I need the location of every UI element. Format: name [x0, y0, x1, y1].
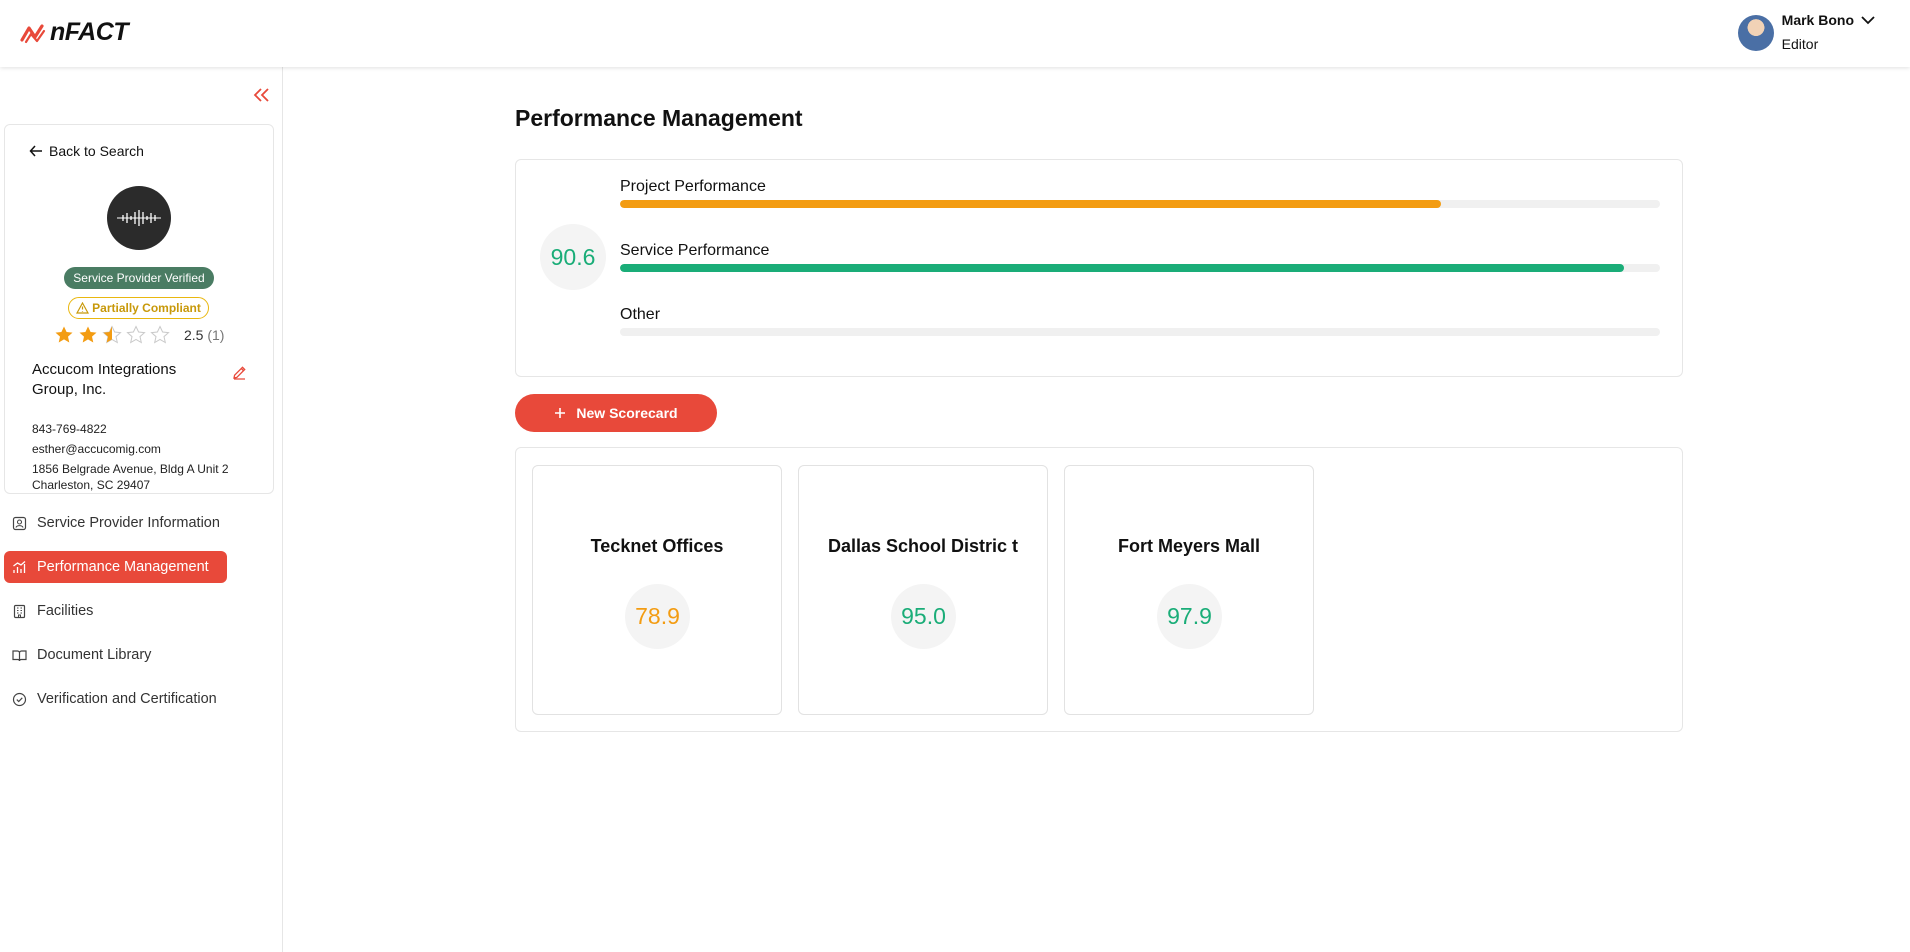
scorecards-container: Tecknet Offices 78.9 Dallas School Distr…: [515, 447, 1683, 732]
rating-value: 2.5: [184, 327, 204, 343]
warning-icon: [76, 302, 90, 314]
company-address-line1: 1856 Belgrade Avenue, Bldg A Unit 2: [32, 462, 229, 476]
star-half-icon: [102, 325, 122, 344]
new-scorecard-label: New Scorecard: [576, 405, 678, 421]
check-circle-icon: [12, 692, 27, 706]
sidebar: Back to Search Service Provider Verified…: [0, 67, 283, 952]
app-logo[interactable]: nFACT: [20, 18, 129, 47]
new-scorecard-button[interactable]: New Scorecard: [515, 394, 717, 432]
bar-track: [620, 200, 1660, 208]
avatar[interactable]: [1737, 15, 1774, 51]
scorecard-title: Dallas School Distric t: [827, 536, 1019, 556]
star-filled-icon: [55, 326, 73, 343]
building-icon: [13, 604, 26, 618]
double-chevron-left-icon: [253, 88, 269, 102]
bar-fill: [620, 264, 1624, 272]
sidebar-item-label: Performance Management: [37, 559, 209, 575]
edit-profile-button[interactable]: [232, 365, 247, 385]
sidebar-item-verification-and-certification[interactable]: Verification and Certification: [4, 683, 227, 715]
rating-summary: 2.5 (1): [184, 327, 224, 343]
scorecard-card[interactable]: Tecknet Offices 78.9: [532, 465, 782, 715]
sidebar-item-performance-management[interactable]: Performance Management: [4, 551, 227, 583]
page-title: Performance Management: [515, 105, 803, 131]
company-phone: 843-769-4822: [32, 422, 107, 436]
rating-stars: 2.5 (1): [54, 325, 224, 345]
star-filled-icon: [79, 326, 97, 343]
arrow-left-icon: [29, 145, 42, 157]
scorecard-title: Tecknet Offices: [590, 536, 724, 556]
company-name: Accucom Integrations Group, Inc.: [32, 361, 177, 398]
chart-icon: [13, 560, 26, 573]
chevron-down-icon[interactable]: [1860, 14, 1876, 26]
performance-bar-service: Service Performance: [620, 242, 1660, 272]
user-role: Editor: [1781, 36, 1819, 52]
overall-score: 90.6: [540, 224, 606, 290]
compliance-label: Partially Compliant: [92, 301, 201, 315]
rating-count: (1): [207, 327, 225, 343]
scorecard-score: 78.9: [625, 584, 690, 649]
main-content: Performance Management 90.6 Project Perf…: [283, 67, 1910, 952]
book-open-icon: [12, 649, 27, 661]
scorecard-score: 97.9: [1157, 584, 1222, 649]
sidebar-item-service-provider-information[interactable]: Service Provider Information: [4, 507, 227, 539]
bar-track: [620, 264, 1660, 272]
user-card-icon: [12, 516, 27, 530]
scorecard-score: 95.0: [891, 584, 956, 649]
collapse-sidebar-button[interactable]: [252, 87, 270, 108]
star-empty-icon: [150, 325, 170, 344]
soundwave-logo-icon: [117, 210, 161, 226]
scorecard-title: Fort Meyers Mall: [1117, 536, 1261, 556]
performance-bar-project: Project Performance: [620, 178, 1660, 208]
sidebar-item-label: Document Library: [37, 647, 152, 663]
bar-label: Project Performance: [620, 178, 766, 195]
bar-label: Other: [620, 306, 661, 323]
star-empty-icon: [126, 325, 146, 344]
sidebar-nav: Service Provider Information Performance…: [4, 507, 284, 727]
compliance-badge: Partially Compliant: [68, 297, 209, 319]
top-bar: nFACT Mark Bono Editor: [0, 0, 1910, 67]
sidebar-item-label: Service Provider Information: [37, 515, 220, 531]
back-to-search-link[interactable]: Back to Search: [29, 143, 144, 159]
logo-text: nFACT: [50, 18, 129, 46]
scorecard-card[interactable]: Fort Meyers Mall 97.9: [1064, 465, 1314, 715]
sidebar-item-facilities[interactable]: Facilities: [4, 595, 227, 627]
bar-fill: [620, 200, 1441, 208]
sidebar-item-label: Facilities: [37, 603, 94, 619]
company-email[interactable]: esther@accucomig.com: [32, 442, 161, 456]
performance-summary-card: 90.6 Project Performance Service Perform…: [515, 159, 1683, 377]
bar-label: Service Performance: [620, 242, 770, 259]
bar-track: [620, 328, 1660, 336]
sidebar-item-document-library[interactable]: Document Library: [4, 639, 227, 671]
sidebar-item-label: Verification and Certification: [37, 691, 217, 707]
plus-icon: [555, 408, 566, 418]
company-address-line2: Charleston, SC 29407: [32, 478, 151, 492]
verified-badge: Service Provider Verified: [64, 267, 214, 289]
back-to-search-label: Back to Search: [49, 143, 144, 159]
provider-profile-card: Back to Search Service Provider Verified…: [4, 124, 274, 494]
nfact-logo-icon: [20, 23, 46, 43]
user-name: Mark Bono: [1781, 12, 1854, 28]
performance-bar-other: Other: [620, 306, 1660, 336]
pencil-icon: [233, 366, 246, 380]
company-logo: [107, 186, 171, 250]
scorecard-card[interactable]: Dallas School Distric t 95.0: [798, 465, 1048, 715]
user-menu[interactable]: Mark Bono Editor: [1737, 12, 1876, 52]
